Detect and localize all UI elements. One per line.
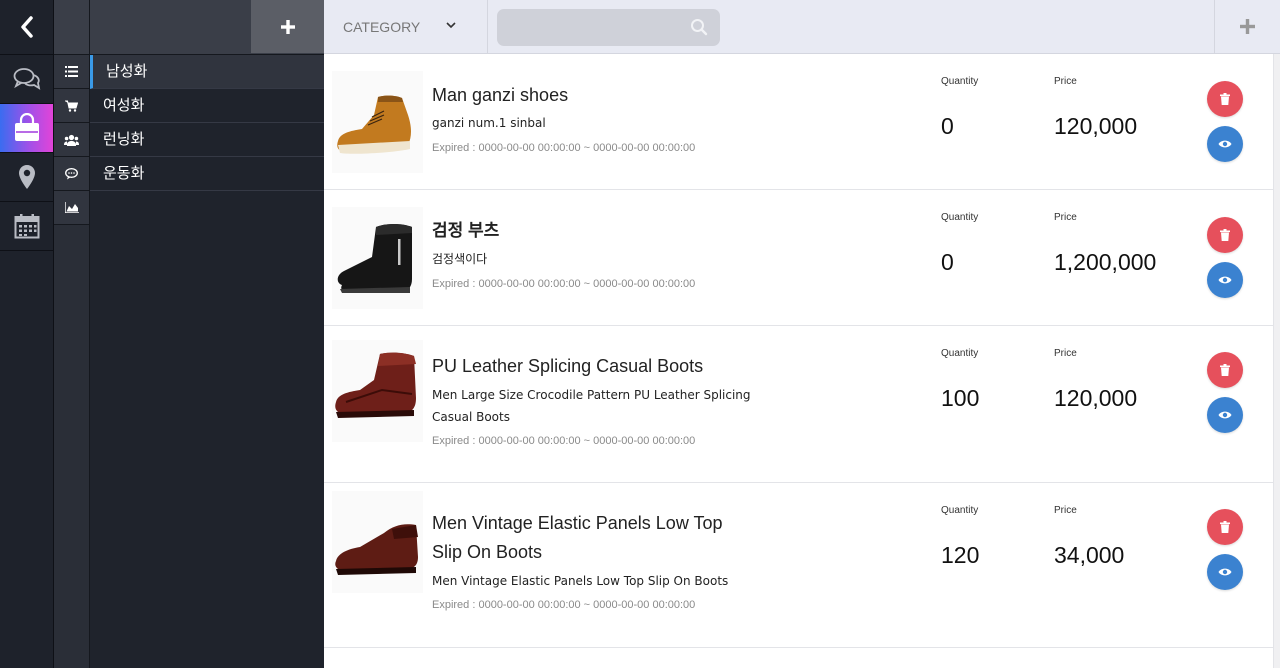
product-image bbox=[332, 71, 423, 173]
eye-icon bbox=[1218, 140, 1232, 148]
trash-icon bbox=[1220, 521, 1230, 533]
eye-icon bbox=[1218, 568, 1232, 576]
back-button[interactable] bbox=[0, 0, 53, 55]
quantity-label: Quantity bbox=[941, 212, 979, 223]
users-icon bbox=[64, 134, 79, 146]
category-panel-header bbox=[90, 0, 324, 55]
product-description: 검정색이다 bbox=[432, 252, 488, 266]
product-name: 검정 부츠 bbox=[432, 221, 500, 240]
plus-icon bbox=[1240, 19, 1255, 34]
quantity-label: Quantity bbox=[941, 348, 979, 359]
category-dropdown-label: CATEGORY bbox=[343, 18, 421, 35]
delete-button[interactable] bbox=[1207, 81, 1243, 117]
product-description: ganzi num.1 sinbal bbox=[432, 116, 546, 130]
price-label: Price bbox=[1054, 76, 1077, 87]
price-label: Price bbox=[1054, 212, 1077, 223]
sub-nav-cart[interactable] bbox=[54, 89, 89, 123]
product-image bbox=[332, 340, 423, 442]
sub-nav-column bbox=[54, 0, 90, 668]
delete-button[interactable] bbox=[1207, 509, 1243, 545]
category-panel: 남성화 여성화 런닝화 운동화 bbox=[90, 0, 324, 668]
product-row: 검정 부츠 검정색이다 Expired : 0000-00-00 00:00:0… bbox=[324, 190, 1280, 326]
delete-button[interactable] bbox=[1207, 217, 1243, 253]
main-nav-rail bbox=[0, 0, 54, 668]
product-expiry: Expired : 0000-00-00 00:00:00 ~ 0000-00-… bbox=[432, 278, 696, 290]
trash-icon bbox=[1220, 93, 1230, 105]
price-value: 34,000 bbox=[1054, 542, 1125, 568]
product-image bbox=[332, 207, 423, 309]
product-row: PU Leather Splicing Casual Boots Men Lar… bbox=[324, 326, 1280, 483]
eye-icon bbox=[1218, 276, 1232, 284]
view-button[interactable] bbox=[1207, 126, 1243, 162]
search-input[interactable] bbox=[497, 9, 720, 46]
shopping-bag-icon bbox=[14, 113, 39, 141]
product-name: Man ganzi shoes bbox=[432, 85, 569, 105]
product-image bbox=[332, 491, 423, 593]
view-button[interactable] bbox=[1207, 397, 1243, 433]
price-label: Price bbox=[1054, 348, 1077, 359]
list-icon bbox=[65, 66, 78, 77]
nav-location[interactable] bbox=[0, 153, 53, 202]
product-description: Men Vintage Elastic Panels Low Top Slip … bbox=[432, 574, 729, 588]
chevron-down-icon bbox=[446, 22, 456, 29]
product-row: Men Vintage Elastic Panels Low Top Slip … bbox=[324, 483, 1280, 648]
nav-shop[interactable] bbox=[0, 104, 53, 153]
comment-icon bbox=[65, 167, 78, 179]
sub-nav-header bbox=[54, 0, 89, 55]
sub-nav-users[interactable] bbox=[54, 123, 89, 157]
eye-icon bbox=[1218, 411, 1232, 419]
price-value: 120,000 bbox=[1054, 113, 1138, 139]
nav-calendar[interactable] bbox=[0, 202, 53, 251]
view-button[interactable] bbox=[1207, 262, 1243, 298]
product-expiry: Expired : 0000-00-00 00:00:00 ~ 0000-00-… bbox=[432, 142, 696, 154]
product-name: Men Vintage Elastic Panels Low Top Slip … bbox=[432, 513, 723, 562]
product-list: Man ganzi shoes ganzi num.1 sinbal Expir… bbox=[324, 54, 1280, 668]
quantity-value: 120 bbox=[941, 542, 980, 568]
top-bar: CATEGORY bbox=[324, 0, 1280, 54]
chat-icon bbox=[13, 68, 40, 90]
area-chart-icon bbox=[64, 202, 79, 213]
nav-chat[interactable] bbox=[0, 55, 53, 104]
chevron-left-icon bbox=[20, 16, 33, 38]
scrollbar[interactable] bbox=[1273, 54, 1280, 668]
quantity-label: Quantity bbox=[941, 76, 979, 87]
sub-nav-list[interactable] bbox=[54, 55, 89, 89]
calendar-icon bbox=[14, 214, 39, 239]
product-expiry: Expired : 0000-00-00 00:00:00 ~ 0000-00-… bbox=[432, 599, 696, 611]
delete-button[interactable] bbox=[1207, 352, 1243, 388]
quantity-value: 100 bbox=[941, 385, 980, 411]
sub-nav-comments[interactable] bbox=[54, 157, 89, 191]
cart-icon bbox=[65, 100, 78, 112]
search-icon[interactable] bbox=[690, 18, 708, 36]
sub-nav-stats[interactable] bbox=[54, 191, 89, 225]
category-item[interactable]: 운동화 bbox=[90, 157, 324, 191]
price-label: Price bbox=[1054, 505, 1077, 516]
view-button[interactable] bbox=[1207, 554, 1243, 590]
product-expiry: Expired : 0000-00-00 00:00:00 ~ 0000-00-… bbox=[432, 435, 696, 447]
add-product-button[interactable] bbox=[1214, 0, 1280, 53]
quantity-value: 0 bbox=[941, 249, 954, 275]
product-description: Men Large Size Crocodile Pattern PU Leat… bbox=[432, 388, 751, 424]
search-box bbox=[497, 9, 720, 46]
category-item[interactable]: 런닝화 bbox=[90, 123, 324, 157]
product-name: PU Leather Splicing Casual Boots bbox=[432, 356, 704, 376]
quantity-label: Quantity bbox=[941, 505, 979, 516]
map-pin-icon bbox=[18, 165, 35, 189]
trash-icon bbox=[1220, 229, 1230, 241]
plus-icon bbox=[280, 19, 295, 34]
category-dropdown[interactable]: CATEGORY bbox=[324, 0, 488, 53]
trash-icon bbox=[1220, 364, 1230, 376]
add-category-button[interactable] bbox=[251, 0, 324, 53]
quantity-value: 0 bbox=[941, 113, 954, 139]
category-item[interactable]: 여성화 bbox=[90, 89, 324, 123]
product-row: Man ganzi shoes ganzi num.1 sinbal Expir… bbox=[324, 54, 1280, 190]
price-value: 1,200,000 bbox=[1054, 249, 1157, 275]
price-value: 120,000 bbox=[1054, 385, 1138, 411]
category-item[interactable]: 남성화 bbox=[90, 55, 324, 89]
